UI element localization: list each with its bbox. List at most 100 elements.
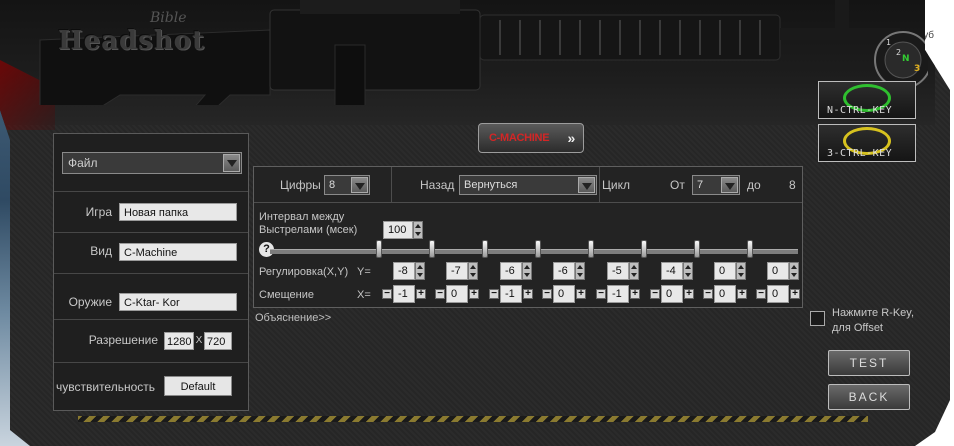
- offset-label: Смещение: [259, 289, 315, 301]
- slider-knob[interactable]: [694, 240, 700, 258]
- y-value-input[interactable]: 0: [767, 262, 789, 280]
- y-value-spinner[interactable]: [736, 262, 746, 280]
- y-value-spinner[interactable]: [629, 262, 639, 280]
- weapon-label: Оружие: [68, 295, 112, 309]
- x-value-input[interactable]: -1: [393, 285, 415, 303]
- x-value-input[interactable]: 0: [446, 285, 468, 303]
- interval-spinner[interactable]: [413, 221, 423, 239]
- increment-icon[interactable]: +: [737, 289, 747, 299]
- digits-label: Цифры: [280, 178, 321, 192]
- x-value-input[interactable]: 0: [553, 285, 575, 303]
- decrement-icon[interactable]: −: [703, 289, 713, 299]
- y-axis-label: Y=: [357, 266, 371, 278]
- explanation-link[interactable]: Объяснение>>: [255, 312, 331, 324]
- weapon-field[interactable]: C-Ktar- Kor: [119, 293, 237, 311]
- increment-icon[interactable]: +: [576, 289, 586, 299]
- resolution-height-field[interactable]: 720: [204, 332, 232, 350]
- y-value-input[interactable]: -8: [393, 262, 415, 280]
- file-select-value: Файл: [68, 156, 98, 170]
- file-select[interactable]: Файл: [62, 152, 242, 174]
- shot-slider-track[interactable]: [270, 249, 798, 254]
- x-value-input[interactable]: 0: [767, 285, 789, 303]
- increment-icon[interactable]: +: [790, 289, 800, 299]
- decrement-icon[interactable]: −: [489, 289, 499, 299]
- view-label: Вид: [90, 244, 112, 258]
- slider-knob[interactable]: [376, 240, 382, 258]
- back-button[interactable]: BACK: [828, 384, 910, 410]
- top-controls: Цифры 8 Назад Вернуться Цикл От 7 до 8: [254, 167, 802, 203]
- x-value-input[interactable]: 0: [661, 285, 683, 303]
- increment-icon[interactable]: +: [523, 289, 533, 299]
- interval-input[interactable]: 100: [383, 221, 413, 239]
- y-value-input[interactable]: -6: [553, 262, 575, 280]
- y-value-input[interactable]: -5: [607, 262, 629, 280]
- 3-ctrl-key-label: 3-CTRL-KEY: [827, 148, 893, 159]
- slider-knob[interactable]: [641, 240, 647, 258]
- chevron-down-icon[interactable]: [578, 177, 595, 193]
- resolution-separator: X: [195, 335, 203, 346]
- slider-knob[interactable]: [747, 240, 753, 258]
- rkey-offset-checkbox[interactable]: [810, 311, 825, 326]
- increment-icon[interactable]: +: [469, 289, 479, 299]
- y-value-spinner[interactable]: [789, 262, 799, 280]
- view-row: Вид C-Machine: [54, 233, 248, 274]
- increment-icon[interactable]: +: [684, 289, 694, 299]
- rkey-offset-label: Нажмите R-Key, для Offset: [832, 307, 915, 334]
- decrement-icon[interactable]: −: [756, 289, 766, 299]
- increment-icon[interactable]: +: [630, 289, 640, 299]
- from-value: 7: [697, 179, 704, 191]
- slider-knob[interactable]: [588, 240, 594, 258]
- y-value-input[interactable]: -4: [661, 262, 683, 280]
- y-value-spinner[interactable]: [683, 262, 693, 280]
- back-select[interactable]: Вернуться: [459, 175, 597, 195]
- weapon-row: Оружие C-Ktar- Kor: [54, 282, 248, 320]
- decrement-icon[interactable]: −: [650, 289, 660, 299]
- interval-label-line2: Выстрелами (мсек): [259, 224, 358, 236]
- decrement-icon[interactable]: −: [435, 289, 445, 299]
- y-value-input[interactable]: -7: [446, 262, 468, 280]
- test-button[interactable]: TEST: [828, 350, 910, 376]
- to-label: до: [747, 178, 761, 192]
- settings-panel: Файл Игра Новая папка Вид C-Machine Оруж…: [53, 133, 249, 411]
- svg-text:2: 2: [896, 48, 901, 57]
- mode-button-label: C-MACHINE: [489, 132, 550, 144]
- from-select[interactable]: 7: [692, 175, 740, 195]
- view-field[interactable]: C-Machine: [119, 243, 237, 261]
- hazard-stripe: [78, 416, 868, 422]
- file-row: Файл: [54, 134, 248, 192]
- decrement-icon[interactable]: −: [596, 289, 606, 299]
- back-label: Назад: [420, 178, 455, 192]
- game-field[interactable]: Новая папка: [119, 203, 237, 221]
- sensitivity-label: чувствительность: [56, 380, 156, 394]
- game-label: Игра: [85, 205, 112, 219]
- y-value-input[interactable]: 0: [714, 262, 736, 280]
- n-ctrl-key-card[interactable]: N-CTRL-KEY: [818, 81, 916, 119]
- y-value-spinner[interactable]: [522, 262, 532, 280]
- x-value-input[interactable]: -1: [607, 285, 629, 303]
- chevron-down-icon[interactable]: [223, 154, 240, 172]
- slider-knob[interactable]: [429, 240, 435, 258]
- resolution-width-field[interactable]: 1280: [164, 332, 194, 350]
- slider-knob[interactable]: [482, 240, 488, 258]
- x-value-input[interactable]: -1: [500, 285, 522, 303]
- 3-ctrl-key-card[interactable]: 3-CTRL-KEY: [818, 124, 916, 162]
- y-value-spinner[interactable]: [415, 262, 425, 280]
- y-value-input[interactable]: -6: [500, 262, 522, 280]
- y-value-spinner[interactable]: [468, 262, 478, 280]
- chevron-down-icon[interactable]: [721, 177, 738, 193]
- x-value-input[interactable]: 0: [714, 285, 736, 303]
- c-machine-mode-button[interactable]: C-MACHINE »: [478, 123, 584, 153]
- double-chevron-icon: »: [567, 130, 576, 146]
- chevron-down-icon[interactable]: [351, 177, 368, 193]
- x-axis-label: X=: [357, 289, 371, 301]
- sensitivity-default-button[interactable]: Default: [164, 376, 232, 396]
- decrement-icon[interactable]: −: [382, 289, 392, 299]
- game-row: Игра Новая папка: [54, 192, 248, 233]
- decrement-icon[interactable]: −: [542, 289, 552, 299]
- divider: [599, 167, 600, 202]
- y-value-spinner[interactable]: [575, 262, 585, 280]
- increment-icon[interactable]: +: [416, 289, 426, 299]
- resolution-row: Разрешение 1280 X 720: [54, 320, 248, 363]
- digits-select[interactable]: 8: [324, 175, 370, 195]
- slider-knob[interactable]: [535, 240, 541, 258]
